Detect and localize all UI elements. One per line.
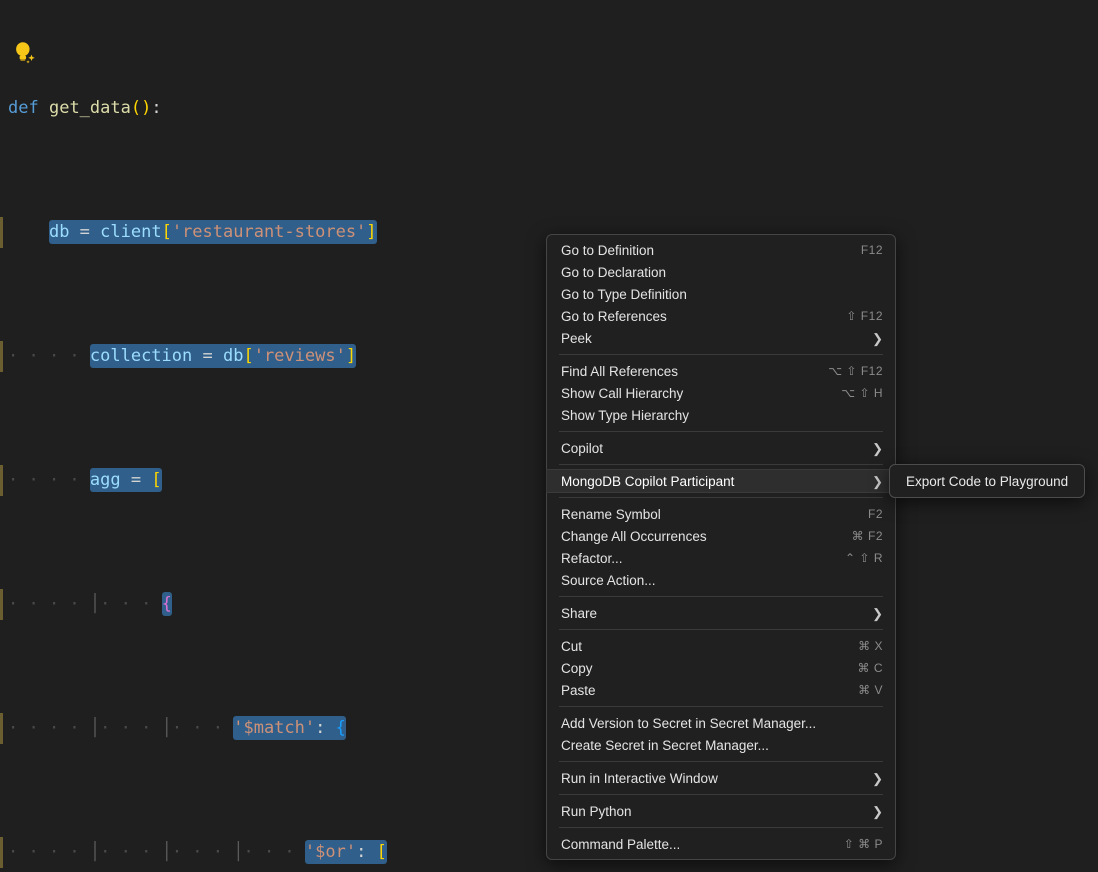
menu-item-label: Copy <box>561 661 858 676</box>
menu-item-run-in-interactive-window[interactable]: Run in Interactive Window ❯ <box>547 767 895 789</box>
menu-item-source-action[interactable]: Source Action... <box>547 569 895 591</box>
menu-item-shortcut: ⌘ C <box>858 661 884 675</box>
menu-item-label: MongoDB Copilot Participant <box>561 474 864 489</box>
lightbulb-sparkle-icon[interactable] <box>12 40 38 66</box>
menu-item-shortcut: F2 <box>868 507 883 521</box>
menu-item-refactor[interactable]: Refactor... ⌃ ⇧ R <box>547 547 895 569</box>
menu-item-label: Cut <box>561 639 858 654</box>
menu-item-cut[interactable]: Cut ⌘ X <box>547 635 895 657</box>
menu-item-label: Go to Type Definition <box>561 287 883 302</box>
menu-item-paste[interactable]: Paste ⌘ V <box>547 679 895 701</box>
menu-item-mongodb-copilot-participant[interactable]: MongoDB Copilot Participant ❯ <box>547 470 895 492</box>
menu-item-find-all-references[interactable]: Find All References ⌥ ⇧ F12 <box>547 360 895 382</box>
chevron-right-icon: ❯ <box>872 332 883 345</box>
menu-item-label: Paste <box>561 683 858 698</box>
menu-item-shortcut: ⌥ ⇧ F12 <box>828 364 883 378</box>
menu-item-change-all-occurrences[interactable]: Change All Occurrences ⌘ F2 <box>547 525 895 547</box>
mongodb-copilot-submenu[interactable]: Export Code to Playground <box>889 464 1085 498</box>
menu-separator <box>559 431 883 432</box>
menu-item-copy[interactable]: Copy ⌘ C <box>547 657 895 679</box>
menu-item-copilot[interactable]: Copilot ❯ <box>547 437 895 459</box>
menu-item-label: Create Secret in Secret Manager... <box>561 738 883 753</box>
menu-item-create-secret[interactable]: Create Secret in Secret Manager... <box>547 734 895 756</box>
menu-item-label: Run in Interactive Window <box>561 771 864 786</box>
menu-item-label: Change All Occurrences <box>561 529 852 544</box>
menu-item-run-python[interactable]: Run Python ❯ <box>547 800 895 822</box>
menu-separator <box>559 629 883 630</box>
chevron-right-icon: ❯ <box>872 607 883 620</box>
menu-item-go-to-type-definition[interactable]: Go to Type Definition <box>547 283 895 305</box>
menu-item-shortcut: ⌘ V <box>858 683 883 697</box>
menu-separator <box>559 827 883 828</box>
menu-item-shortcut: ⌃ ⇧ R <box>845 551 883 565</box>
menu-item-label: Source Action... <box>561 573 883 588</box>
chevron-right-icon: ❯ <box>872 475 883 488</box>
menu-item-shortcut: ⇧ ⌘ P <box>844 837 883 851</box>
menu-item-label: Show Type Hierarchy <box>561 408 883 423</box>
menu-item-shortcut: ⌥ ⇧ H <box>841 386 883 400</box>
menu-item-command-palette[interactable]: Command Palette... ⇧ ⌘ P <box>547 833 895 855</box>
menu-item-go-to-declaration[interactable]: Go to Declaration <box>547 261 895 283</box>
editor-context-menu[interactable]: Go to Definition F12 Go to Declaration G… <box>546 234 896 860</box>
menu-separator <box>559 794 883 795</box>
submenu-item-export-code-to-playground[interactable]: Export Code to Playground <box>890 469 1084 493</box>
menu-item-go-to-references[interactable]: Go to References ⇧ F12 <box>547 305 895 327</box>
menu-item-label: Share <box>561 606 864 621</box>
menu-item-label: Go to Declaration <box>561 265 883 280</box>
menu-item-label: Go to Definition <box>561 243 861 258</box>
menu-item-label: Go to References <box>561 309 846 324</box>
menu-item-label: Find All References <box>561 364 828 379</box>
vscode-editor-window: def get_data(): db = client['restaurant-… <box>0 0 1098 872</box>
menu-item-label: Refactor... <box>561 551 845 566</box>
menu-item-shortcut: ⌘ X <box>858 639 883 653</box>
menu-item-label: Command Palette... <box>561 837 844 852</box>
menu-separator <box>559 497 883 498</box>
menu-separator <box>559 761 883 762</box>
menu-item-shortcut: F12 <box>861 243 883 257</box>
menu-item-peek[interactable]: Peek ❯ <box>547 327 895 349</box>
menu-item-go-to-definition[interactable]: Go to Definition F12 <box>547 239 895 261</box>
chevron-right-icon: ❯ <box>872 772 883 785</box>
menu-item-label: Show Call Hierarchy <box>561 386 841 401</box>
menu-item-share[interactable]: Share ❯ <box>547 602 895 624</box>
chevron-right-icon: ❯ <box>872 442 883 455</box>
menu-item-label: Peek <box>561 331 864 346</box>
menu-item-shortcut: ⌘ F2 <box>852 529 883 543</box>
submenu-item-label: Export Code to Playground <box>906 474 1068 489</box>
menu-item-shortcut: ⇧ F12 <box>846 309 883 323</box>
menu-item-show-type-hierarchy[interactable]: Show Type Hierarchy <box>547 404 895 426</box>
menu-item-label: Copilot <box>561 441 864 456</box>
menu-item-show-call-hierarchy[interactable]: Show Call Hierarchy ⌥ ⇧ H <box>547 382 895 404</box>
chevron-right-icon: ❯ <box>872 805 883 818</box>
menu-item-label: Run Python <box>561 804 864 819</box>
menu-separator <box>559 706 883 707</box>
menu-item-label: Add Version to Secret in Secret Manager.… <box>561 716 883 731</box>
menu-item-label: Rename Symbol <box>561 507 868 522</box>
menu-separator <box>559 596 883 597</box>
menu-separator <box>559 464 883 465</box>
code-line: def get_data(): <box>0 93 1098 124</box>
menu-separator <box>559 354 883 355</box>
menu-item-add-version-to-secret[interactable]: Add Version to Secret in Secret Manager.… <box>547 712 895 734</box>
menu-item-rename-symbol[interactable]: Rename Symbol F2 <box>547 503 895 525</box>
